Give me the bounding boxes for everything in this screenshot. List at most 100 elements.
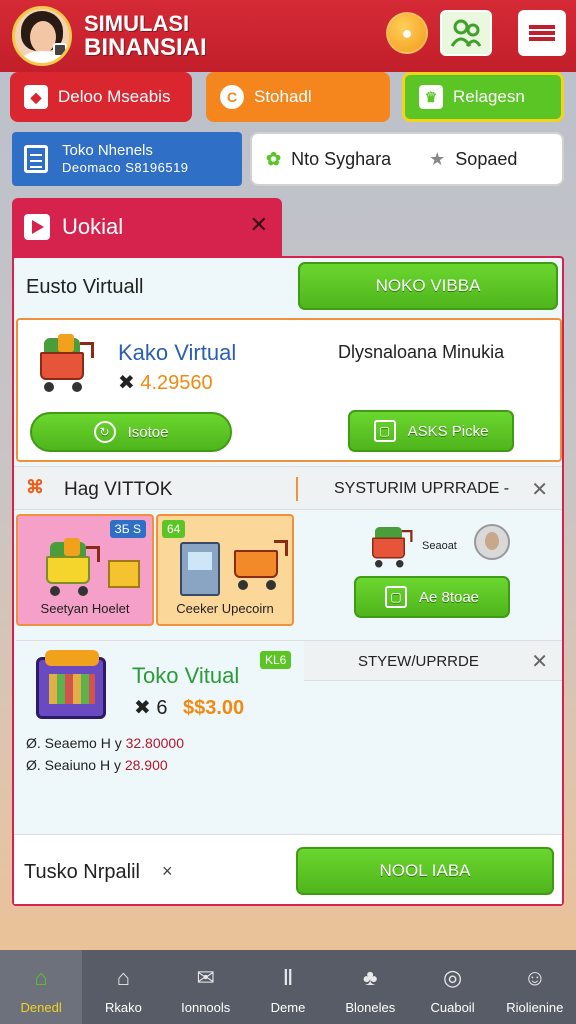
- close-icon[interactable]: ×: [162, 861, 173, 882]
- clover-icon: ♣: [363, 965, 378, 990]
- button-label: ASKS Picke: [407, 422, 489, 440]
- upgrade-button[interactable]: ▢ Ae 8toae: [354, 576, 510, 618]
- stat-value: 32.80000: [125, 735, 184, 751]
- stat-line: Ø. Seaiuno H y 28.900: [26, 757, 168, 773]
- box-icon: [108, 560, 140, 588]
- small-label: Seaoat: [422, 540, 457, 552]
- store-row-button[interactable]: NOOL IABA: [296, 847, 554, 895]
- house-icon: ⌂: [116, 965, 131, 990]
- store-name: Toko Vitual: [132, 663, 240, 688]
- stat-label: Ø. Seaemo H y: [26, 735, 122, 751]
- shopping-cart-icon: [226, 532, 296, 592]
- price-prefix: ✖ 6: [134, 697, 168, 719]
- store-row-2: Tusko Nrpalil × NOOL IABA: [14, 834, 562, 904]
- tile-caption: Ceeker Upecoirn: [176, 601, 274, 616]
- store-info-title: Toko Nhenels: [62, 142, 153, 159]
- friends-icon: [450, 19, 482, 47]
- upgrade-header-row: ⌘ Hag VITTOK SYSTURIM UPRRADE - ✕: [14, 466, 562, 510]
- tab-deloo[interactable]: ◆ Deloo Mseabis: [10, 72, 192, 122]
- cash-register-icon: [180, 542, 220, 596]
- upgrade-header: STYEW/UPRRDE ✕: [304, 641, 562, 681]
- nav-label: Deme: [270, 1000, 306, 1015]
- avatar: [474, 524, 510, 560]
- friends-button[interactable]: [440, 10, 492, 56]
- diamond-icon: ◆: [24, 85, 48, 109]
- close-icon[interactable]: ✕: [250, 212, 268, 238]
- menu-button[interactable]: [518, 10, 566, 56]
- gift-icon: ✿: [266, 148, 282, 169]
- button-label: Ae 8toae: [418, 588, 480, 606]
- close-icon[interactable]: ✕: [531, 477, 548, 502]
- shopping-cart-icon: [366, 524, 413, 568]
- close-icon[interactable]: ✕: [531, 649, 548, 674]
- nav-item-deme[interactable]: Ⅱ Deme: [247, 950, 329, 1024]
- store-info-card[interactable]: Toko Nhenels Deomaco S8196519: [12, 132, 242, 186]
- tile-tag: ЗБ S: [109, 520, 146, 538]
- nav-label: Riolienine: [506, 1000, 564, 1015]
- star-icon: ★: [429, 148, 446, 169]
- status-label: Nto Syghara: [291, 148, 392, 169]
- shopping-cart-icon: [32, 334, 102, 394]
- store-card: Kako Virtual ✖ 4.29560 Dlysnaloana Minuk…: [16, 318, 562, 462]
- pillars-icon: Ⅱ: [282, 965, 294, 990]
- store-name: Kako Virtual: [118, 340, 237, 365]
- app-title-line1: SIMULASI: [84, 11, 190, 36]
- coin-icon: C: [220, 85, 244, 109]
- store-row-label: Tusko Nrpalil: [24, 861, 140, 883]
- upgrade-tile[interactable]: ЗБ S Seetyan Hoelet: [16, 514, 154, 626]
- play-icon: [24, 214, 50, 240]
- bag-icon: ▢: [384, 586, 407, 608]
- picke-button[interactable]: ▢ ASKS Picke: [348, 410, 514, 452]
- profile-icon: ☺: [523, 965, 547, 990]
- nav-item-denedl[interactable]: ⌂ Denedl: [0, 950, 83, 1024]
- coin-icon: ●: [401, 22, 413, 43]
- tile-caption: Seetyan Hoelet: [40, 601, 130, 616]
- tab-label: Stohadl: [254, 87, 312, 106]
- tab-relagesn[interactable]: ♛ Relagesn: [402, 72, 564, 122]
- upgrade-row-label-2: SYSTURIM UPRRADE -: [334, 480, 510, 497]
- status-card[interactable]: ✿ Nto Syghara ★ Sopaed: [250, 132, 564, 186]
- app-header: SIMULASI BINANSIAI ●: [0, 0, 576, 72]
- bag-icon: ▢: [373, 420, 396, 442]
- store-info-subtitle: Deomaco S8196519: [62, 160, 189, 175]
- player-avatar[interactable]: [12, 6, 72, 66]
- upgrade-action-area: Seaoat ▢ Ae 8toae: [304, 514, 562, 626]
- store-row-label: Eusto Virtuall: [26, 276, 144, 298]
- nav-item-bloneles[interactable]: ♣ Bloneles: [329, 950, 411, 1024]
- nav-item-ionnools[interactable]: ✉ Ionnools: [165, 950, 247, 1024]
- trophy-icon: ♛: [419, 85, 443, 109]
- nav-label: Denedl: [20, 1000, 62, 1015]
- upgrade-row-label: Hag VITTOK: [64, 479, 173, 500]
- tile-tag: 64: [162, 520, 186, 538]
- upgrade-tile[interactable]: 64 Ceeker Upecoirn: [156, 514, 294, 626]
- nav-label: Cuaboil: [430, 1000, 475, 1015]
- compass-icon: ◎: [442, 965, 463, 990]
- gift-box-icon: ⌘: [26, 477, 44, 497]
- tab-label: Relagesn: [453, 87, 525, 106]
- price-prefix: ✖: [118, 372, 135, 394]
- panel-tab-label: Uokial: [62, 214, 124, 239]
- panel-tab[interactable]: Uokial ✕: [12, 198, 282, 256]
- shopping-cart-icon: [38, 538, 108, 598]
- menu-icon: [529, 25, 555, 41]
- tab-label: Deloo Mseabis: [58, 87, 171, 106]
- upgrade-header-label: STYEW/UPRRDE: [358, 653, 479, 670]
- stat-value: 28.900: [124, 757, 168, 773]
- nav-item-rkako[interactable]: ⌂ Rkako: [82, 950, 164, 1024]
- stat-line: Ø. Seaemo H y 32.80000: [26, 735, 184, 751]
- price-value: 4.29560: [140, 372, 213, 394]
- nav-item-riolienine[interactable]: ☺ Riolienine: [494, 950, 576, 1024]
- app-title-line2: BINANSIAI: [84, 34, 207, 61]
- mail-icon: ✉: [196, 965, 215, 990]
- top-tabs: ◆ Deloo Mseabis C Stohadl ♛ Relagesn: [0, 72, 576, 122]
- store-tag: KL6: [260, 651, 292, 669]
- tab-stohadl[interactable]: C Stohadl: [206, 72, 390, 122]
- main-panel: Eusto Virtuall NOKO VIBBA Kako Virtual ✖…: [12, 256, 564, 906]
- refresh-icon: ↻: [93, 421, 116, 443]
- home-icon: ⌂: [34, 965, 48, 990]
- nav-label: Rkako: [104, 1000, 142, 1015]
- nav-item-cuaboil[interactable]: ◎ Cuaboil: [411, 950, 493, 1024]
- isotoe-button[interactable]: ↻ Isotoe: [30, 412, 232, 452]
- coin-button[interactable]: ●: [386, 12, 428, 54]
- store-row-button[interactable]: NOKO VIBBA: [298, 262, 558, 310]
